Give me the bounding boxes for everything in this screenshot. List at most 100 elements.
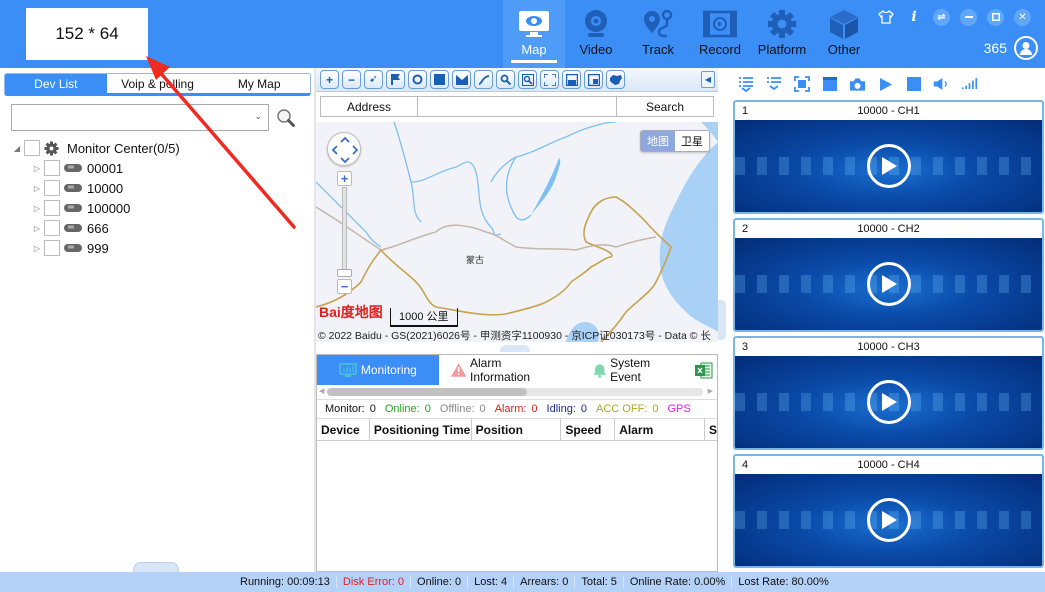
stat-value: 0 (652, 403, 659, 415)
play-icon[interactable] (877, 76, 894, 93)
video-viewport (735, 238, 1042, 330)
col-device[interactable]: Device (317, 419, 370, 440)
map-circle-tool[interactable] (408, 70, 427, 89)
tree-checkbox[interactable] (44, 160, 60, 176)
tree-checkbox[interactable] (44, 240, 60, 256)
camera-icon[interactable] (849, 76, 866, 93)
col-s[interactable]: S (705, 419, 717, 440)
map-zoom-in-tool[interactable]: + (320, 70, 339, 89)
map-search-tool[interactable] (496, 70, 515, 89)
fullscreen-icon[interactable] (793, 76, 810, 93)
expand-triangle-icon[interactable]: ▷ (30, 164, 44, 173)
map-polygon-tool[interactable] (452, 70, 471, 89)
stop-icon[interactable] (905, 76, 922, 93)
video-cell-title: 10000 - CH1 (857, 105, 920, 117)
list-expand-icon[interactable] (737, 76, 754, 93)
map-view[interactable]: 蒙古 地图 卫星 + − Bai度地图 1000 公里 © 2022 Baidu… (316, 122, 718, 342)
status-running: Running: 00:09:13 (234, 576, 337, 588)
signal-icon[interactable] (961, 76, 978, 93)
map-zoom-out-button[interactable]: − (337, 279, 352, 294)
export-excel-button[interactable] (691, 355, 717, 385)
device-search-button[interactable] (276, 108, 296, 128)
col-positioning-time[interactable]: Positioning Time (370, 419, 472, 440)
horizontal-scrollbar[interactable]: ◀ ▶ (319, 386, 715, 398)
tab-alarm-information[interactable]: Alarm Information (439, 355, 571, 385)
video-cell[interactable]: 4 10000 - CH4 (733, 454, 1044, 568)
user-avatar[interactable] (1014, 36, 1038, 60)
device-search-combobox[interactable]: ⌄ (11, 104, 269, 131)
map-polyline-tool[interactable] (474, 70, 493, 89)
video-cell[interactable]: 3 10000 - CH3 (733, 336, 1044, 450)
window-icon[interactable] (821, 76, 838, 93)
tab-system-event[interactable]: System Event (571, 355, 691, 385)
video-cell[interactable]: 1 10000 - CH1 (733, 100, 1044, 214)
tab-dev-list[interactable]: Dev List (5, 74, 107, 93)
collapse-triangle-icon[interactable]: ◢ (10, 144, 24, 153)
expand-triangle-icon[interactable]: ▷ (30, 204, 44, 213)
nav-other[interactable]: Other (813, 0, 875, 68)
map-zoom-out-tool[interactable]: − (342, 70, 361, 89)
map-flag-tool[interactable] (386, 70, 405, 89)
tab-voip-polling[interactable]: Voip & polling (107, 74, 209, 93)
map-zoom-slider[interactable] (342, 187, 347, 273)
switch-icon[interactable]: ⇌ (933, 8, 950, 26)
address-search-button[interactable]: Search (617, 97, 713, 116)
map-split-handle[interactable] (500, 345, 530, 352)
list-collapse-icon[interactable] (765, 76, 782, 93)
nav-platform[interactable]: Platform (751, 0, 813, 68)
tab-my-map[interactable]: My Map (208, 74, 310, 93)
expand-triangle-icon[interactable]: ▷ (30, 244, 44, 253)
expand-triangle-icon[interactable]: ▷ (30, 224, 44, 233)
map-pan-control[interactable] (327, 132, 361, 166)
left-panel-expander[interactable] (133, 562, 179, 572)
map-type-map-button[interactable]: 地图 (641, 131, 675, 151)
tree-device-node[interactable]: ▷ 10000 (10, 178, 180, 198)
play-button[interactable] (866, 498, 911, 542)
tree-device-node[interactable]: ▷ 00001 (10, 158, 180, 178)
nav-map[interactable]: Map (503, 0, 565, 68)
scrollbar-thumb[interactable] (327, 388, 527, 396)
map-china-tool[interactable] (606, 70, 625, 89)
right-panel-expander[interactable] (718, 300, 726, 340)
nav-record-label: Record (699, 42, 741, 57)
tree-root[interactable]: ◢ Monitor Center(0/5) (10, 138, 180, 158)
map-search-area-tool[interactable] (518, 70, 537, 89)
nav-video[interactable]: Video (565, 0, 627, 68)
tree-device-node[interactable]: ▷ 100000 (10, 198, 180, 218)
expand-triangle-icon[interactable]: ▷ (30, 184, 44, 193)
col-alarm[interactable]: Alarm (615, 419, 705, 440)
maximize-icon[interactable] (987, 8, 1004, 26)
tree-checkbox[interactable] (44, 180, 60, 196)
map-save-tool[interactable] (562, 70, 581, 89)
play-button[interactable] (866, 380, 911, 424)
address-input[interactable] (418, 97, 617, 116)
map-rectangle-tool[interactable] (430, 70, 449, 89)
map-toolbar-collapse[interactable]: ◀ (701, 71, 715, 88)
tree-checkbox[interactable] (24, 140, 40, 156)
play-button[interactable] (866, 144, 911, 188)
col-position[interactable]: Position (472, 419, 562, 440)
video-cell[interactable]: 2 10000 - CH2 (733, 218, 1044, 332)
map-type-satellite-button[interactable]: 卫星 (675, 131, 709, 151)
map-zoom-in-button[interactable]: + (337, 171, 352, 186)
stat-value: 0 (424, 403, 431, 415)
tree-checkbox[interactable] (44, 200, 60, 216)
nav-record[interactable]: Record (689, 0, 751, 68)
play-button[interactable] (866, 262, 911, 306)
col-speed[interactable]: Speed (561, 419, 616, 440)
tree-checkbox[interactable] (44, 220, 60, 236)
close-icon[interactable]: ✕ (1014, 8, 1031, 26)
skin-icon[interactable] (877, 8, 895, 26)
tree-device-node[interactable]: ▷ 666 (10, 218, 180, 238)
info-icon[interactable]: i (905, 8, 923, 26)
nav-track[interactable]: Track (627, 0, 689, 68)
map-fullscreen-tool[interactable] (540, 70, 559, 89)
tab-monitoring[interactable]: Monitoring (317, 355, 439, 385)
map-layer-tool[interactable] (584, 70, 603, 89)
status-online: Online: 0 (411, 576, 469, 588)
tree-device-node[interactable]: ▷ 999 (10, 238, 180, 258)
volume-icon[interactable] (933, 76, 950, 93)
minimize-icon[interactable] (960, 8, 977, 26)
map-zoom-slider-thumb[interactable] (337, 269, 352, 277)
map-measure-tool[interactable]: ➹ (364, 70, 383, 89)
